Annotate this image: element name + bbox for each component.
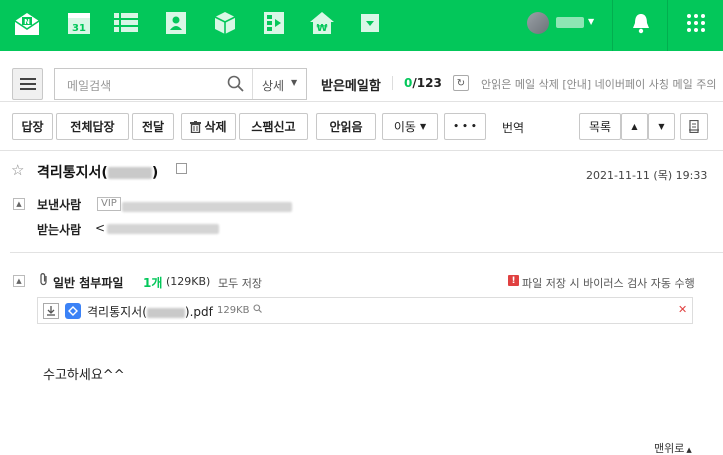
collapse-toggle-icon[interactable]: ▲ (13, 198, 25, 210)
recipient-address[interactable]: < (95, 221, 220, 235)
blurred-name (107, 167, 152, 179)
save-all-button[interactable]: 모두 저장 (218, 275, 262, 291)
apps-grid-icon[interactable] (683, 10, 709, 36)
subject-text: 격리통지서( (37, 165, 108, 181)
chevron-up-icon: ▲ (631, 122, 638, 131)
divider (0, 150, 723, 151)
attachment-filename[interactable]: 격리통지서( ).pdf (87, 303, 213, 320)
preview-icon[interactable] (253, 304, 262, 316)
recipient-bracket: < (95, 221, 106, 235)
attachment-title: 일반 첨부파일 (53, 276, 124, 290)
download-icon[interactable] (43, 303, 59, 319)
sender-label: 보낸사람 (37, 198, 82, 212)
divider (0, 101, 723, 102)
print-icon (689, 120, 699, 133)
previous-mail-button[interactable]: ▲ (621, 113, 648, 140)
blurred-name (146, 307, 185, 318)
mail-subject: 격리통지서() (37, 162, 158, 182)
mail-body-text: 수고하세요^^ (43, 368, 125, 383)
svg-text:N: N (24, 18, 30, 26)
reply-button[interactable]: 답장 (12, 113, 53, 140)
chevron-up-icon: ▲ (686, 446, 692, 454)
cube-icon[interactable] (212, 10, 238, 36)
search-detail-button[interactable]: 상세 (262, 77, 284, 94)
chevron-down-icon: ▼ (419, 122, 427, 131)
move-label: 이동 (393, 120, 416, 134)
calendar-day-label: 31 (72, 23, 86, 34)
mail-count: 0/123 (404, 76, 442, 90)
search-input[interactable]: 메일검색 (67, 77, 111, 94)
mail-home-icon[interactable]: N (14, 11, 40, 37)
attachment-file-size: 129KB (217, 305, 250, 316)
search-box[interactable]: 메일검색 상세 ▼ (54, 68, 307, 100)
divider (10, 252, 723, 253)
remove-icon[interactable]: ✕ (678, 303, 687, 316)
filename-text: 격리통지서( (87, 305, 147, 319)
notice-ticker[interactable]: 안읽은 메일 삭제 [안내] 네이버페이 사칭 메일 주의 (481, 76, 723, 92)
more-services-icon[interactable] (360, 13, 380, 33)
subject-text-end: ) (151, 165, 159, 181)
total-count: /123 (412, 76, 442, 90)
attachment-item: 격리통지서( ).pdf 129KB ✕ (37, 297, 693, 324)
bell-icon[interactable] (628, 10, 654, 36)
topbar-divider (667, 0, 668, 51)
mail-date: 2021-11-11 (목) 19:33 (586, 169, 708, 182)
to-top-label: 맨위로 (654, 442, 685, 455)
star-icon[interactable]: ☆ (11, 161, 24, 179)
top-navigation-bar: N 31 ₩ ▼ (0, 0, 723, 51)
next-mail-button[interactable]: ▼ (648, 113, 675, 140)
topbar-divider (612, 0, 613, 51)
trash-icon (190, 120, 202, 133)
recipient-address-blurred (107, 223, 220, 234)
folder-name[interactable]: 받은메일함 (321, 75, 381, 94)
translate-button[interactable]: 번역 (502, 119, 524, 136)
scroll-to-top-link[interactable]: 맨위로 ▲ (654, 440, 692, 455)
menu-button[interactable] (12, 68, 43, 100)
refresh-icon[interactable]: ↻ (453, 75, 469, 91)
forward-button[interactable]: 전달 (132, 113, 174, 140)
more-button[interactable]: • • • (444, 113, 486, 140)
hamburger-icon (19, 78, 36, 90)
paperclip-icon (39, 273, 49, 289)
won-symbol: ₩ (316, 23, 327, 34)
delete-label: 삭제 (204, 120, 227, 134)
office-doc-icon[interactable] (261, 10, 287, 36)
attachment-total-size: (129KB) (166, 275, 211, 288)
attachment-count: 1개 (143, 276, 163, 290)
sender-address-blurred[interactable] (122, 199, 292, 213)
open-new-window-icon[interactable] (176, 163, 187, 174)
search-divider (252, 69, 253, 99)
user-name-blurred[interactable] (556, 17, 584, 28)
pay-icon[interactable]: ₩ (309, 10, 335, 36)
user-menu-caret-icon[interactable]: ▼ (588, 17, 594, 26)
divider (392, 76, 393, 90)
chevron-down-icon: ▼ (658, 122, 665, 131)
cloud-save-icon[interactable] (65, 303, 81, 319)
delete-button[interactable]: 삭제 (181, 113, 236, 140)
recipient-label: 받는사람 (37, 223, 82, 237)
mark-unread-button[interactable]: 안읽음 (316, 113, 376, 140)
collapse-toggle-icon[interactable]: ▲ (13, 275, 25, 287)
vip-badge[interactable]: VIP (97, 197, 121, 211)
list-button[interactable]: 목록 (579, 113, 621, 140)
user-avatar[interactable] (527, 12, 549, 34)
filename-ext: ).pdf (184, 305, 213, 319)
contacts-icon[interactable] (163, 10, 189, 36)
chevron-down-icon[interactable]: ▼ (291, 78, 297, 87)
calendar-icon[interactable]: 31 (66, 10, 92, 36)
search-icon[interactable] (227, 75, 244, 95)
print-button[interactable] (680, 113, 708, 140)
list-icon[interactable] (113, 10, 139, 36)
move-button[interactable]: 이동 ▼ (382, 113, 438, 140)
spam-report-button[interactable]: 스팸신고 (239, 113, 308, 140)
warning-icon: ! (508, 275, 519, 286)
virus-scan-notice: 파일 저장 시 바이러스 검사 자동 수행 (522, 277, 695, 290)
reply-all-button[interactable]: 전체답장 (56, 113, 129, 140)
